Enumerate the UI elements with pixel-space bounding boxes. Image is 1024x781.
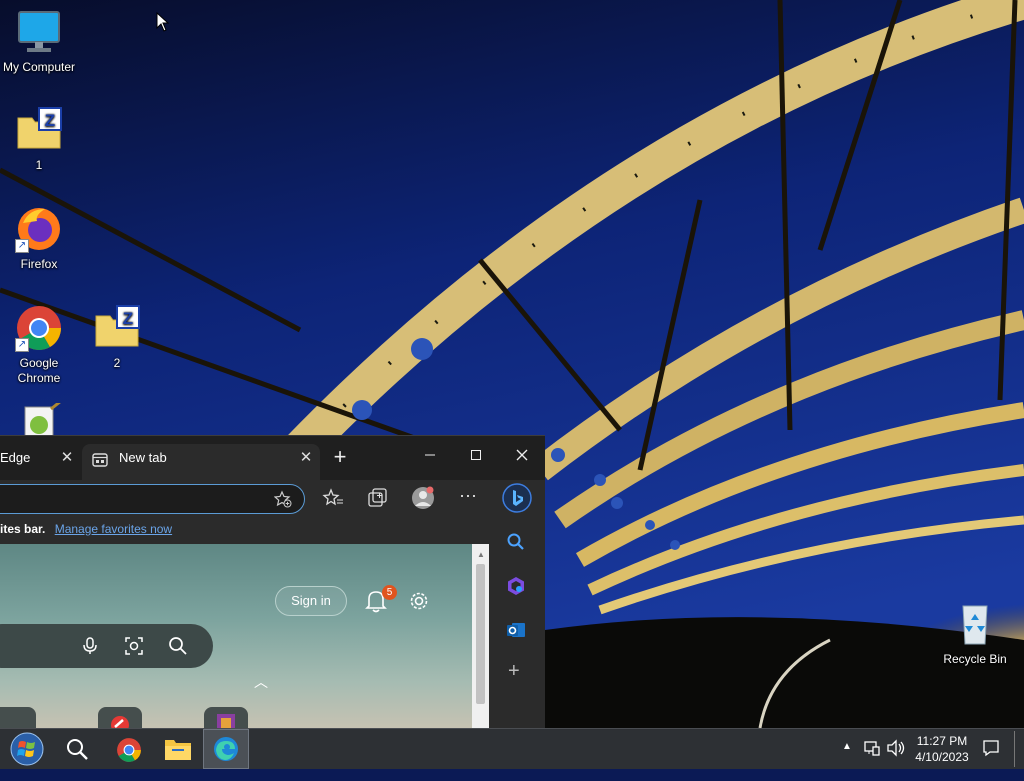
new-tab-page: Sign in 5 ︿ bbox=[0, 544, 472, 729]
file-explorer-icon bbox=[165, 740, 191, 760]
action-center-icon[interactable] bbox=[982, 739, 1000, 757]
desktop-icon-partial[interactable] bbox=[0, 403, 78, 435]
scroll-up-arrow-icon[interactable]: ▲ bbox=[477, 550, 485, 559]
notification-count-badge: 5 bbox=[382, 585, 397, 600]
favorites-bar: ites bar. Manage favorites now bbox=[0, 518, 489, 544]
recycle-bin-icon bbox=[951, 600, 999, 648]
close-icon bbox=[516, 449, 528, 461]
clock-date: 4/10/2023 bbox=[915, 750, 969, 764]
address-bar[interactable] bbox=[0, 484, 305, 514]
close-tab-icon[interactable]: ✕ bbox=[297, 444, 315, 472]
microphone-icon[interactable] bbox=[80, 636, 100, 656]
web-search-box[interactable] bbox=[0, 624, 213, 668]
collapse-chevron-up-icon[interactable]: ︿ bbox=[254, 672, 268, 692]
tab-label: Edge bbox=[0, 450, 31, 465]
mouse-cursor-icon bbox=[156, 12, 170, 32]
page-settings-gear-icon[interactable] bbox=[407, 589, 431, 613]
network-icon[interactable] bbox=[863, 739, 881, 757]
close-window-button[interactable] bbox=[502, 444, 542, 470]
edge-browser-window[interactable]: Edge ✕ New tab ✕ + ⋯ ites bar. Manage fa… bbox=[0, 435, 545, 729]
favorites-icon[interactable] bbox=[322, 486, 346, 510]
desktop-icon-my-computer[interactable]: My Computer bbox=[0, 8, 78, 75]
desktop-icon-zip-2[interactable]: Z 2 bbox=[78, 304, 156, 371]
clock-time: 11:27 PM bbox=[916, 734, 968, 748]
chrome-icon bbox=[117, 738, 141, 762]
edge-icon bbox=[214, 737, 238, 761]
sidebar-discover-icon[interactable] bbox=[506, 576, 526, 596]
start-button[interactable] bbox=[3, 729, 49, 769]
quick-link-tile[interactable] bbox=[0, 707, 36, 729]
system-clock[interactable]: 11:27 PM 4/10/2023 bbox=[906, 733, 978, 765]
favorites-bar-text: ites bar. bbox=[0, 522, 46, 536]
taskbar-edge-button[interactable] bbox=[203, 729, 249, 769]
tab-label: New tab bbox=[119, 450, 167, 465]
minimize-icon bbox=[425, 454, 435, 456]
desktop-icon-recycle-bin[interactable]: Recycle Bin bbox=[936, 600, 1014, 667]
scrollbar-thumb[interactable] bbox=[476, 564, 485, 704]
shortcut-arrow-icon: ↗ bbox=[15, 239, 29, 253]
new-tab-button[interactable]: + bbox=[320, 444, 360, 470]
tab-strip: Edge ✕ New tab ✕ + bbox=[0, 436, 545, 480]
show-hidden-icons-chevron[interactable]: ▲ bbox=[842, 741, 854, 781]
start-icon bbox=[10, 732, 44, 766]
desktop-icon-google-chrome[interactable]: ↗ Google Chrome bbox=[0, 304, 78, 386]
quick-link-tile[interactable] bbox=[98, 707, 142, 729]
maximize-button[interactable] bbox=[456, 444, 496, 470]
notifications-bell[interactable]: 5 bbox=[363, 585, 397, 614]
close-tab-icon[interactable]: ✕ bbox=[58, 444, 76, 472]
desktop-icon-label: Google Chrome bbox=[17, 356, 61, 385]
bing-copilot-icon[interactable] bbox=[502, 483, 532, 513]
svg-text:Z: Z bbox=[45, 111, 55, 130]
tab-edge[interactable]: Edge ✕ bbox=[0, 444, 80, 480]
show-desktop-button[interactable] bbox=[1014, 731, 1021, 767]
browser-toolbar: ⋯ bbox=[0, 480, 545, 518]
taskbar-file-explorer-button[interactable] bbox=[155, 729, 201, 769]
manage-favorites-link[interactable]: Manage favorites now bbox=[55, 522, 172, 536]
taskbar: ▲ 11:27 PM 4/10/2023 bbox=[0, 728, 1024, 769]
zip-folder-icon: Z bbox=[15, 106, 63, 154]
new-tab-page-icon bbox=[92, 450, 108, 467]
profile-avatar[interactable] bbox=[411, 486, 435, 510]
firefox-icon: ↗ bbox=[15, 205, 63, 253]
visual-search-icon[interactable] bbox=[124, 636, 144, 656]
minimize-button[interactable] bbox=[410, 444, 450, 470]
vertical-scrollbar[interactable]: ▲ bbox=[472, 544, 489, 729]
desktop-icon-label: Recycle Bin bbox=[943, 652, 1007, 666]
svg-text:Z: Z bbox=[123, 309, 133, 328]
sign-in-button[interactable]: Sign in bbox=[275, 586, 347, 616]
add-favorite-icon[interactable] bbox=[274, 490, 292, 508]
search-icon bbox=[67, 739, 88, 760]
taskbar-search-button[interactable] bbox=[55, 729, 101, 769]
quick-link-tile[interactable] bbox=[204, 707, 248, 729]
zip-folder-icon: Z bbox=[93, 304, 141, 352]
desktop-icon-label: Firefox bbox=[20, 257, 58, 271]
search-icon[interactable] bbox=[168, 636, 188, 656]
more-options-icon[interactable]: ⋯ bbox=[456, 486, 480, 510]
desktop-icon-label: 1 bbox=[35, 158, 43, 172]
tab-new-tab[interactable]: New tab ✕ bbox=[82, 444, 320, 480]
collections-icon[interactable] bbox=[366, 486, 390, 510]
desktop-icon-firefox[interactable]: ↗ Firefox bbox=[0, 205, 78, 272]
shortcut-arrow-icon: ↗ bbox=[15, 338, 29, 352]
notepad-icon bbox=[15, 403, 63, 435]
desktop-icon-label: My Computer bbox=[2, 60, 76, 74]
taskbar-chrome-button[interactable] bbox=[106, 729, 152, 769]
chrome-icon: ↗ bbox=[15, 304, 63, 352]
add-sidebar-app-icon[interactable]: + bbox=[508, 660, 520, 683]
monitor-icon bbox=[15, 8, 63, 56]
volume-icon[interactable] bbox=[886, 739, 906, 757]
outlook-icon[interactable] bbox=[506, 620, 526, 640]
desktop-icon-label: 2 bbox=[113, 356, 121, 370]
edge-sidebar: + bbox=[489, 518, 545, 729]
desktop-icon-zip-1[interactable]: Z 1 bbox=[0, 106, 78, 173]
maximize-icon bbox=[471, 450, 481, 460]
sidebar-search-icon[interactable] bbox=[506, 532, 526, 552]
